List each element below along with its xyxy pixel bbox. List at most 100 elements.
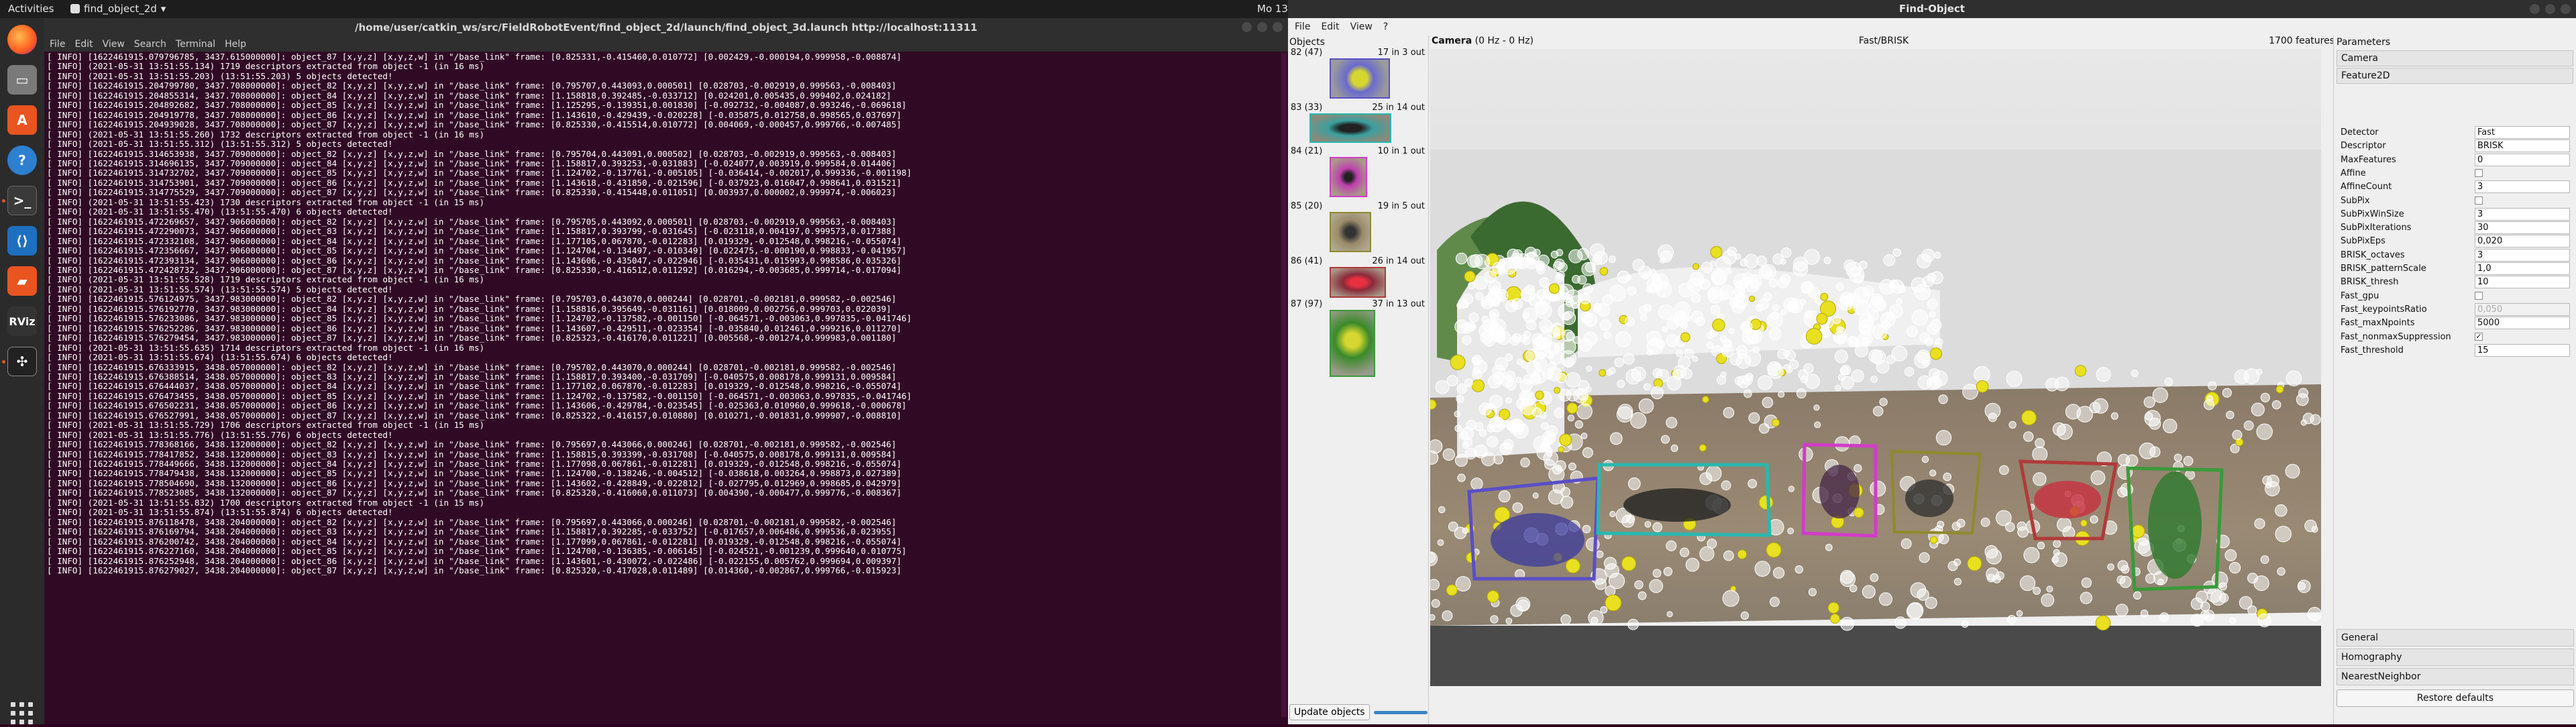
terminal-line: [ INFO] [1622461915.576252286, 3437.9830… [47, 323, 902, 333]
param-spinbox[interactable]: 3 [2475, 180, 2570, 194]
object-id: 87 (97) [1291, 299, 1323, 309]
menu-view[interactable]: View [103, 39, 125, 50]
update-slider[interactable] [1373, 710, 1428, 714]
menu-edit[interactable]: Edit [74, 39, 93, 50]
activities-button[interactable]: Activities [8, 3, 54, 15]
param-label: BRISK_patternScale [2341, 264, 2426, 274]
tab-camera[interactable]: Camera [2337, 50, 2573, 66]
param-checkbox[interactable] [2475, 291, 2483, 300]
param-spinbox[interactable]: 3 [2475, 207, 2570, 221]
window-buttons [2530, 4, 2571, 14]
close-icon[interactable] [1273, 22, 1283, 32]
terminal-icon[interactable]: >_ [7, 186, 37, 215]
object-thumbnail [1330, 157, 1367, 197]
param-label: SubPix [2341, 195, 2370, 206]
tab-feature2d[interactable]: Feature2D [2337, 68, 2573, 84]
terminal-line: [ INFO] [1622461915.576192770, 3437.9830… [47, 303, 892, 314]
find-object-window: Find-Object File Edit View ? Objects 82 … [1288, 0, 2576, 724]
param-row: BRISK_thresh 10 [2341, 276, 2573, 289]
terminal-line: [ INFO] (2021-05-31 13:51:55.574) (13:51… [47, 284, 393, 294]
terminal-line: [ INFO] [1622461915.676527991, 3438.0570… [47, 410, 902, 421]
object-item-87[interactable]: 87 (97) 37 in 13 out [1289, 299, 1428, 380]
param-combo[interactable]: Fast [2475, 126, 2570, 139]
object-item-84[interactable]: 84 (21) 10 in 1 out [1289, 146, 1428, 201]
menu-file[interactable]: File [1295, 21, 1310, 32]
param-spinbox[interactable]: 0 [2475, 153, 2570, 166]
section-nearestneighbor[interactable]: NearestNeighbor [2337, 668, 2574, 685]
help-icon[interactable]: ? [7, 146, 37, 175]
menu-edit[interactable]: Edit [1321, 21, 1339, 32]
bookmark-app-icon[interactable]: ▰ [7, 266, 37, 296]
param-row: SubPixIterations 30 [2341, 221, 2573, 235]
features-count: 1700 features [2269, 36, 2334, 46]
param-spinbox[interactable]: 5000 [2475, 317, 2570, 330]
software-icon[interactable]: A [7, 105, 37, 135]
terminal-line: [ INFO] [1622461915.778368166, 3438.1320… [47, 439, 897, 450]
vscode-icon[interactable]: ⟨⟩ [7, 226, 37, 256]
terminal-line: [ INFO] [1622461915.676444037, 3438.0570… [47, 381, 902, 392]
terminal-line: [ INFO] [1622461915.876227160, 3438.2040… [47, 546, 907, 557]
param-spinbox[interactable]: 1,0 [2475, 262, 2570, 275]
app-menu[interactable]: find_object_2d ▾ [70, 3, 166, 15]
object-thumbnail [1330, 310, 1375, 377]
param-checkbox[interactable] [2475, 196, 2483, 205]
minimize-icon[interactable] [1242, 22, 1252, 32]
object-item-85[interactable]: 85 (20) 19 in 5 out [1289, 201, 1428, 256]
terminal-line: [ INFO] (2021-05-31 13:51:55.312) (13:51… [47, 139, 393, 150]
restore-defaults-button[interactable]: Restore defaults [2337, 689, 2574, 707]
files-icon[interactable]: ▭ [7, 65, 37, 95]
menu-view[interactable]: View [1350, 21, 1373, 32]
param-row: SubPixEps 0,020 [2341, 235, 2573, 248]
terminal-line: [ INFO] [1622461915.314753901, 3437.7090… [47, 177, 902, 188]
find-object-menubar: File Edit View ? [1288, 18, 2576, 36]
terminal-line: [ INFO] [1622461915.204855314, 3437.7080… [47, 90, 892, 101]
menu-search[interactable]: Search [134, 39, 166, 50]
find-object-icon[interactable]: ✣ [7, 347, 37, 376]
param-combo[interactable]: BRISK [2475, 139, 2570, 153]
terminal-line: [ INFO] [1622461915.676388514, 3438.0570… [47, 371, 897, 382]
terminal-line: [ INFO] [1622461915.472290073, 3437.9060… [47, 226, 897, 237]
object-id: 83 (33) [1291, 103, 1323, 113]
update-objects-button[interactable]: Update objects [1289, 704, 1370, 720]
section-homography[interactable]: Homography [2337, 649, 2574, 666]
object-item-82[interactable]: 82 (47) 17 in 3 out [1289, 48, 1428, 103]
show-applications-icon[interactable] [11, 702, 34, 725]
terminal-line: [ INFO] (2021-05-31 13:51:55.832) 1700 d… [47, 497, 485, 508]
param-checkbox[interactable]: ✓ [2475, 332, 2483, 341]
terminal-line: [ INFO] [1622461915.876252948, 3438.2040… [47, 555, 902, 566]
param-spinbox[interactable]: 15 [2475, 343, 2570, 357]
terminal-line: [ INFO] [1622461915.314775529, 3437.7090… [47, 187, 897, 198]
object-id: 85 (20) [1291, 201, 1323, 211]
menu-file[interactable]: File [50, 39, 65, 50]
rviz-icon[interactable]: RViz [7, 306, 37, 336]
menu-help[interactable]: ? [1383, 21, 1388, 32]
running-indicator [2, 360, 5, 364]
param-row: SubPix [2341, 194, 2573, 208]
camera-view[interactable] [1423, 49, 2322, 724]
terminal-line: [ INFO] (2021-05-31 13:51:55.470) (13:51… [47, 207, 393, 217]
param-spinbox[interactable]: 10 [2475, 276, 2570, 289]
find-object-title: Find-Object [1899, 3, 1965, 15]
minimize-icon[interactable] [2530, 4, 2540, 14]
menu-help[interactable]: Help [225, 39, 246, 50]
parameters-panel: Parameters Camera Feature2D Detector Fast… [2333, 36, 2576, 724]
object-stats: 17 in 3 out [1377, 48, 1425, 58]
terminal-line: [ INFO] [1622461915.204799780, 3437.7080… [47, 80, 897, 91]
param-spinbox[interactable]: 3 [2475, 248, 2570, 262]
close-icon[interactable] [2561, 4, 2571, 14]
maximize-icon[interactable] [2545, 4, 2555, 14]
param-spinbox[interactable]: 0,020 [2475, 235, 2570, 248]
terminal-output[interactable]: [ INFO] [1622461915.079796785, 3437.6150… [44, 52, 1288, 724]
param-row: Fast_nonmaxSuppression ✓ [2341, 331, 2573, 344]
param-checkbox[interactable] [2475, 168, 2483, 177]
camera-header: Camera (0 Hz - 0 Hz) Fast/BRISK 1700 fea… [1429, 36, 2339, 48]
firefox-icon[interactable] [7, 25, 37, 54]
section-general[interactable]: General [2337, 629, 2574, 647]
param-row: Fast_gpu [2341, 290, 2573, 303]
menu-terminal[interactable]: Terminal [176, 39, 215, 50]
camera-image [1423, 49, 2322, 724]
maximize-icon[interactable] [1257, 22, 1267, 32]
param-row: Descriptor BRISK [2341, 139, 2573, 153]
param-spinbox[interactable]: 30 [2475, 221, 2570, 235]
terminal-scrollbar[interactable] [1281, 53, 1287, 717]
